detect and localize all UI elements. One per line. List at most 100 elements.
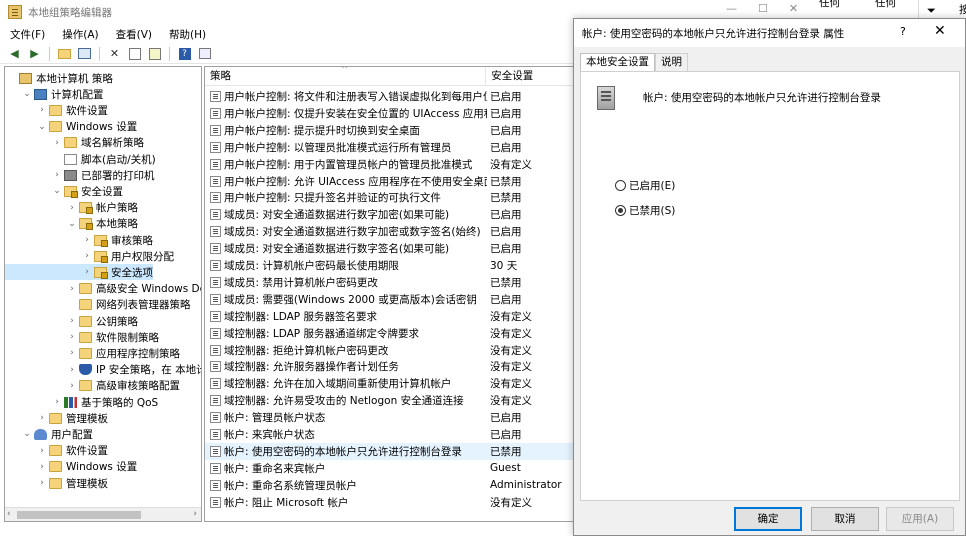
- chevron-right-icon[interactable]: ›: [82, 235, 92, 245]
- chevron-right-icon[interactable]: ›: [52, 397, 62, 407]
- tree-item[interactable]: ⌄ Windows 设置: [5, 119, 137, 135]
- tree-item[interactable]: › 安全选项: [5, 264, 153, 281]
- tree-horizontal-scrollbar[interactable]: ‹ ›: [5, 507, 201, 521]
- tree-item[interactable]: ⌄ 本地策略: [5, 216, 138, 232]
- show-tree-icon[interactable]: [76, 46, 93, 62]
- help-icon[interactable]: ?: [900, 25, 906, 38]
- chevron-right-icon[interactable]: ›: [37, 105, 47, 115]
- chevron-right-icon[interactable]: ›: [67, 381, 77, 391]
- tree-item[interactable]: › 管理模板: [5, 475, 108, 491]
- tree-item[interactable]: › 高级安全 Windows Defen: [5, 281, 201, 297]
- ok-button[interactable]: 确定: [734, 507, 802, 531]
- tree-item[interactable]: › 软件限制策略: [5, 329, 159, 345]
- tree-item[interactable]: › 帐户策略: [5, 200, 138, 216]
- forward-icon[interactable]: ▶: [26, 46, 43, 62]
- menu-action[interactable]: 操作(A): [52, 27, 105, 42]
- table-row[interactable]: 用户帐户控制: 提示提升时切换到安全桌面 已启用: [205, 122, 575, 139]
- chevron-right-icon[interactable]: ›: [37, 446, 47, 456]
- chevron-down-icon[interactable]: ⌄: [37, 122, 47, 132]
- table-row[interactable]: 帐户: 使用空密码的本地帐户只允许进行控制台登录 已禁用: [205, 442, 575, 460]
- chevron-right-icon[interactable]: ›: [67, 348, 77, 358]
- chevron-right-icon[interactable]: ›: [52, 138, 62, 148]
- table-row[interactable]: 域控制器: LDAP 服务器通道绑定令牌要求 没有定义: [205, 325, 575, 342]
- chevron-right-icon[interactable]: ›: [37, 413, 47, 423]
- chevron-right-icon[interactable]: ›: [37, 478, 47, 488]
- delete-icon[interactable]: ✕: [106, 46, 123, 62]
- scroll-right-icon[interactable]: ›: [193, 509, 197, 519]
- table-row[interactable]: 用户帐户控制: 将文件和注册表写入错误虚拟化到每用户位置 已启用: [205, 88, 575, 105]
- tab-local-security-setting[interactable]: 本地安全设置: [580, 53, 655, 72]
- table-row[interactable]: 用户帐户控制: 用于内置管理员帐户的管理员批准模式 没有定义: [205, 156, 575, 173]
- chevron-down-icon[interactable]: ⌄: [22, 89, 32, 99]
- tree-item[interactable]: 本地计算机 策略: [5, 70, 113, 86]
- chevron-right-icon[interactable]: ›: [67, 332, 77, 342]
- table-row[interactable]: 域成员: 需要强(Windows 2000 或更高版本)会话密钥 已启用: [205, 291, 575, 308]
- tree-item[interactable]: › 域名解析策略: [5, 135, 144, 151]
- chevron-right-icon[interactable]: ›: [67, 365, 77, 375]
- chevron-right-icon[interactable]: ›: [67, 284, 77, 294]
- table-row[interactable]: 用户帐户控制: 以管理员批准模式运行所有管理员 已启用: [205, 139, 575, 156]
- scroll-left-icon[interactable]: ‹: [7, 509, 11, 519]
- tree-item[interactable]: › 公钥策略: [5, 313, 138, 329]
- table-row[interactable]: 域控制器: 允许服务器操作者计划任务 没有定义: [205, 358, 575, 375]
- radio-disabled-dot[interactable]: [615, 205, 626, 216]
- tree-item[interactable]: › 软件设置: [5, 443, 108, 459]
- dialog-titlebar[interactable]: 帐户: 使用空密码的本地帐户只允许进行控制台登录 属性 ? ✕: [574, 19, 965, 47]
- tree-item[interactable]: › 审核策略: [5, 232, 153, 248]
- column-policy-header[interactable]: ^ 策略: [205, 67, 487, 86]
- chevron-down-icon[interactable]: ⌄: [22, 429, 32, 439]
- scrollbar-thumb[interactable]: [17, 511, 141, 519]
- chevron-right-icon[interactable]: ›: [82, 267, 92, 277]
- menu-file[interactable]: 文件(F): [0, 27, 52, 42]
- cancel-button[interactable]: 取消: [811, 507, 879, 531]
- close-icon[interactable]: ✕: [934, 23, 946, 39]
- tree-item[interactable]: › 基于策略的 QoS: [5, 394, 158, 410]
- policy-list[interactable]: ^ 策略 安全设置 用户帐户控制: 将文件和注册表写入错误虚拟化到每用户位置 已启…: [204, 66, 575, 522]
- up-folder-icon[interactable]: [56, 46, 73, 62]
- tree-item[interactable]: ⌄ 用户配置: [5, 426, 93, 442]
- table-row[interactable]: 帐户: 管理员帐户状态 已启用: [205, 409, 575, 426]
- back-icon[interactable]: ◀: [6, 46, 23, 62]
- table-row[interactable]: 域成员: 对安全通道数据进行数字签名(如果可能) 已启用: [205, 240, 575, 257]
- tab-explain[interactable]: 说明: [655, 53, 688, 71]
- console-tree[interactable]: 本地计算机 策略 ⌄ 计算机配置 › 软件设置 ⌄ Windows 设置 › 域名解析策略 脚本(…: [4, 66, 202, 522]
- chevron-right-icon[interactable]: ›: [67, 316, 77, 326]
- menu-help[interactable]: 帮助(H): [159, 27, 213, 42]
- table-row[interactable]: 帐户: 重命名来宾帐户 Guest: [205, 460, 575, 477]
- chevron-right-icon[interactable]: ›: [67, 203, 77, 213]
- tree-item[interactable]: › 管理模板: [5, 410, 108, 426]
- chevron-right-icon[interactable]: ›: [37, 462, 47, 472]
- table-row[interactable]: 域控制器: 允许易受攻击的 Netlogon 安全通道连接 没有定义: [205, 392, 575, 409]
- table-row[interactable]: 域控制器: 拒绝计算机帐户密码更改 没有定义: [205, 342, 575, 359]
- tree-item[interactable]: › 已部署的打印机: [5, 167, 155, 183]
- table-row[interactable]: 用户帐户控制: 只提升签名并验证的可执行文件 已禁用: [205, 189, 575, 206]
- tree-item[interactable]: › 软件设置: [5, 102, 108, 118]
- table-row[interactable]: 域控制器: LDAP 服务器签名要求 没有定义: [205, 308, 575, 325]
- window-titlebar[interactable]: 本地组策略编辑器: [0, 0, 575, 24]
- tree-item[interactable]: › IP 安全策略，在 本地计算: [5, 362, 201, 378]
- tree-item[interactable]: 脚本(启动/关机): [5, 151, 156, 167]
- tree-item[interactable]: › 应用程序控制策略: [5, 345, 180, 361]
- table-row[interactable]: 域控制器: 允许在加入域期间重新使用计算机帐户 没有定义: [205, 375, 575, 392]
- properties-icon[interactable]: [126, 46, 143, 62]
- table-row[interactable]: 帐户: 阻止 Microsoft 帐户 没有定义: [205, 494, 575, 511]
- radio-disabled[interactable]: 已禁用(S): [615, 203, 675, 218]
- tree-item[interactable]: › Windows 设置: [5, 459, 137, 475]
- table-row[interactable]: 帐户: 重命名系统管理员帐户 Administrator: [205, 477, 575, 494]
- table-row[interactable]: 域成员: 计算机帐户密码最长使用期限 30 天: [205, 257, 575, 274]
- column-setting-header[interactable]: 安全设置: [486, 67, 575, 86]
- help-icon[interactable]: ?: [176, 46, 193, 62]
- table-row[interactable]: 域成员: 禁用计算机帐户密码更改 已禁用: [205, 274, 575, 291]
- table-row[interactable]: 用户帐户控制: 仅提升安装在安全位置的 UIAccess 应用程序 已启用: [205, 105, 575, 122]
- radio-enabled[interactable]: 已启用(E): [615, 178, 675, 193]
- table-row[interactable]: 域成员: 对安全通道数据进行数字加密或数字签名(始终) 已启用: [205, 223, 575, 240]
- tree-item[interactable]: ⌄ 计算机配置: [5, 86, 104, 102]
- chevron-right-icon[interactable]: ›: [82, 251, 92, 261]
- chevron-down-icon[interactable]: ⌄: [67, 219, 77, 229]
- table-row[interactable]: 域成员: 对安全通道数据进行数字加密(如果可能) 已启用: [205, 206, 575, 223]
- apply-button[interactable]: 应用(A): [886, 507, 954, 531]
- export-icon[interactable]: [146, 46, 163, 62]
- tree-item[interactable]: › 用户权限分配: [5, 248, 174, 264]
- menu-view[interactable]: 查看(V): [106, 27, 159, 42]
- table-row[interactable]: 帐户: 来宾帐户状态 已启用: [205, 426, 575, 443]
